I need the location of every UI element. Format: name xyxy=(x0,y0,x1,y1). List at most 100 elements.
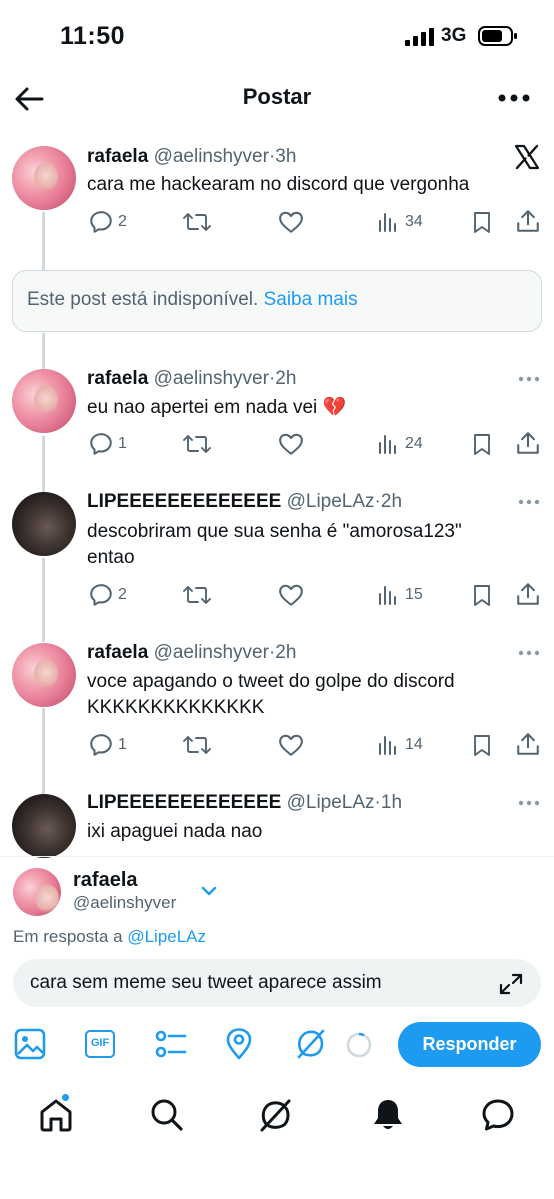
like-icon[interactable] xyxy=(278,582,304,608)
thread-line xyxy=(42,558,45,642)
grok-icon[interactable] xyxy=(294,1027,328,1061)
share-icon[interactable] xyxy=(515,731,541,757)
like-icon[interactable] xyxy=(278,431,304,457)
image-icon[interactable] xyxy=(13,1027,47,1061)
signal-icon xyxy=(405,28,434,46)
more-icon[interactable] xyxy=(496,86,532,110)
post-time: 1h xyxy=(380,792,403,813)
gif-label: GIF xyxy=(90,1037,110,1049)
views-action[interactable]: 15 xyxy=(377,582,423,608)
post-text-line: KKKKKKKKKKKKKK xyxy=(87,697,265,718)
post-time: 2h xyxy=(275,368,297,389)
bell-icon[interactable] xyxy=(370,1097,406,1133)
post-header: rafaela @aelinshyver·3h xyxy=(87,146,296,168)
views-action[interactable]: 34 xyxy=(377,209,423,235)
author-handle[interactable]: @aelinshyver xyxy=(154,146,269,167)
views-action[interactable]: 14 xyxy=(377,732,423,758)
like-icon[interactable] xyxy=(278,732,304,758)
bookmark-icon[interactable] xyxy=(470,431,494,457)
author-handle[interactable]: @LipeLAz xyxy=(287,491,375,512)
avatar[interactable] xyxy=(12,369,76,433)
author-name[interactable]: LIPEEEEEEEEEEEEE xyxy=(87,792,281,813)
post-text: voce apagando o tweet do golpe do discor… xyxy=(87,669,455,721)
replying-to-handle[interactable]: @LipeLAz xyxy=(127,927,206,946)
author-name[interactable]: rafaela xyxy=(87,642,148,663)
reply-icon xyxy=(90,211,112,233)
reply-count: 2 xyxy=(118,213,127,230)
composer-account-handle[interactable]: @aelinshyver xyxy=(73,893,176,913)
expand-icon[interactable] xyxy=(498,972,524,996)
reply-icon xyxy=(90,433,112,455)
share-icon[interactable] xyxy=(515,208,541,234)
composer-divider xyxy=(0,856,554,857)
more-icon[interactable] xyxy=(518,498,540,506)
retweet-icon[interactable] xyxy=(183,209,211,235)
reply-submit-button[interactable]: Responder xyxy=(398,1022,541,1067)
retweet-icon[interactable] xyxy=(183,431,211,457)
author-handle[interactable]: @aelinshyver xyxy=(154,368,269,389)
unavailable-notice: Este post está indisponível. Saiba mais xyxy=(12,270,542,332)
author-handle[interactable]: @LipeLAz xyxy=(287,792,375,813)
battery-icon xyxy=(478,26,517,46)
learn-more-link[interactable]: Saiba mais xyxy=(264,289,358,310)
post-text: eu nao apertei em nada vei 💔 xyxy=(87,397,347,418)
share-icon[interactable] xyxy=(515,430,541,456)
replying-to-prefix: Em resposta a xyxy=(13,927,128,946)
views-icon xyxy=(379,736,396,755)
views-count: 14 xyxy=(405,736,423,753)
avatar[interactable] xyxy=(12,643,76,707)
network-label: 3G xyxy=(441,25,467,46)
reply-count: 1 xyxy=(118,736,127,753)
avatar[interactable] xyxy=(12,492,76,556)
post-header: LIPEEEEEEEEEEEEE @LipeLAz·2h xyxy=(87,491,402,513)
avatar[interactable] xyxy=(12,794,76,858)
views-icon xyxy=(379,586,396,605)
thread-line xyxy=(42,436,45,492)
messages-icon[interactable] xyxy=(480,1097,516,1133)
avatar[interactable] xyxy=(12,146,76,210)
views-count: 15 xyxy=(405,586,423,603)
more-icon[interactable] xyxy=(518,799,540,807)
thread-line xyxy=(42,212,45,270)
retweet-icon[interactable] xyxy=(183,582,211,608)
more-icon[interactable] xyxy=(518,375,540,383)
author-name[interactable]: rafaela xyxy=(87,146,148,167)
post-text-line: entao xyxy=(87,547,135,568)
reply-action[interactable]: 2 xyxy=(88,582,127,608)
reply-action[interactable]: 2 xyxy=(88,209,127,235)
reply-action[interactable]: 1 xyxy=(88,431,127,457)
post-header: rafaela @aelinshyver·2h xyxy=(87,642,296,664)
thread-line xyxy=(42,333,45,369)
author-name[interactable]: LIPEEEEEEEEEEEEE xyxy=(87,491,281,512)
x-logo-icon xyxy=(514,144,540,170)
bookmark-icon[interactable] xyxy=(470,732,494,758)
bookmark-icon[interactable] xyxy=(470,209,494,235)
author-handle[interactable]: @aelinshyver xyxy=(154,642,269,663)
share-icon[interactable] xyxy=(515,581,541,607)
gif-icon[interactable]: GIF xyxy=(85,1030,115,1058)
more-icon[interactable] xyxy=(518,649,540,657)
reply-count: 1 xyxy=(118,435,127,452)
location-icon[interactable] xyxy=(222,1027,256,1061)
views-action[interactable]: 24 xyxy=(377,431,423,457)
views-icon xyxy=(379,213,396,232)
search-icon[interactable] xyxy=(149,1097,185,1133)
like-icon[interactable] xyxy=(278,209,304,235)
composer-account-name[interactable]: rafaela xyxy=(73,869,138,892)
home-icon[interactable] xyxy=(38,1097,74,1133)
author-name[interactable]: rafaela xyxy=(87,368,148,389)
retweet-icon[interactable] xyxy=(183,732,211,758)
grok-icon[interactable] xyxy=(258,1097,294,1133)
notification-dot xyxy=(61,1093,70,1102)
reply-action[interactable]: 1 xyxy=(88,732,127,758)
poll-icon[interactable] xyxy=(154,1027,188,1061)
reply-icon xyxy=(90,584,112,606)
post-text: ixi apaguei nada nao xyxy=(87,821,263,842)
page-title: Postar xyxy=(242,84,312,109)
bookmark-icon[interactable] xyxy=(470,582,494,608)
post-time: 2h xyxy=(380,491,403,512)
chevron-down-icon[interactable] xyxy=(200,884,218,898)
thread-line xyxy=(42,708,45,794)
composer-avatar[interactable] xyxy=(13,868,61,916)
reply-input-text[interactable]: cara sem meme seu tweet aparece assim xyxy=(30,972,382,994)
